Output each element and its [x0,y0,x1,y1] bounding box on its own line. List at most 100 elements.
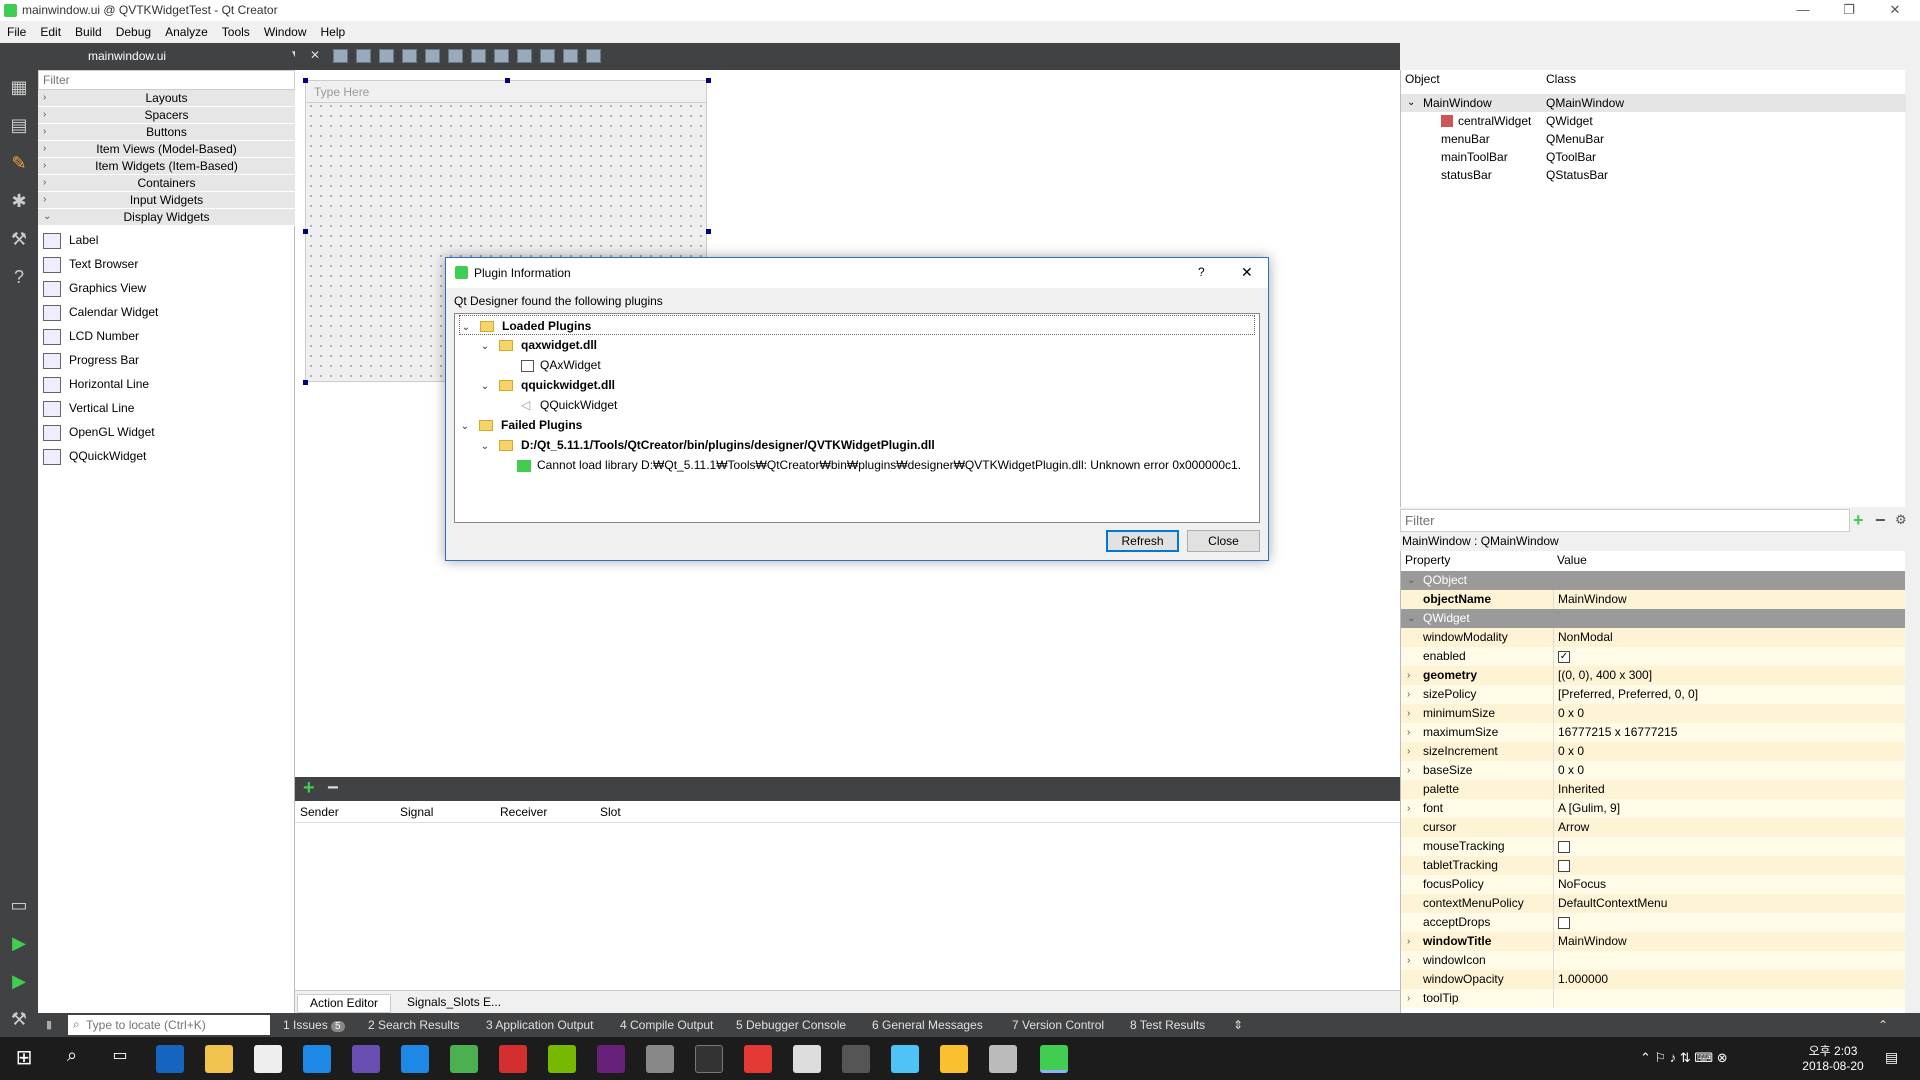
editor-file-selector[interactable]: mainwindow.ui ▼ [38,43,300,70]
category-item-views[interactable]: › Item Views (Model-Based) [38,141,295,158]
mail-icon[interactable] [254,1045,282,1073]
checkbox-checked[interactable]: ✓ [1558,650,1570,663]
edit-buddies-icon[interactable] [379,49,394,63]
col-class[interactable]: Class [1546,72,1576,86]
resize-handle[interactable] [505,78,510,83]
add-dynamic-property-icon[interactable]: + [1853,510,1864,531]
category-spacers[interactable]: › Spacers [38,107,295,124]
property-row[interactable]: windowOpacity 1.000000 [1401,970,1905,989]
property-row[interactable]: › minimumSize 0 x 0 [1401,704,1905,723]
menu-build[interactable]: Build [68,21,109,43]
build-icon[interactable]: ⚒ [7,1007,31,1031]
tree-row[interactable]: menuBar QMenuBar [1401,130,1906,148]
help-mode-icon[interactable]: ? [7,265,31,289]
category-buttons[interactable]: › Buttons [38,124,295,141]
app-icon[interactable] [989,1045,1017,1073]
resize-handle[interactable] [706,78,711,83]
chevron-right-icon[interactable]: › [1407,932,1410,951]
checkbox[interactable] [1558,916,1570,929]
property-row[interactable]: › sizeIncrement 0 x 0 [1401,742,1905,761]
pdf-icon[interactable] [744,1045,772,1073]
property-value[interactable]: [Preferred, Preferred, 0, 0] [1553,685,1903,704]
remove-connection-icon[interactable]: − [327,777,339,800]
edit-mode-icon[interactable]: ▤ [7,113,31,137]
tree-row[interactable]: ⌄ MainWindow QMainWindow [1401,94,1906,112]
edit-widgets-icon[interactable] [333,49,348,63]
checkbox[interactable] [1558,840,1570,853]
col-signal[interactable]: Signal [400,805,433,819]
property-value[interactable]: Inherited [1553,780,1903,799]
tab-search-results[interactable]: 2 Search Results [368,1018,459,1032]
configure-icon[interactable]: ⚙ [1895,512,1907,528]
property-value[interactable]: 16777215 x 16777215 [1553,723,1903,742]
property-value[interactable] [1553,913,1903,932]
property-row[interactable]: › windowTitle MainWindow [1401,932,1905,951]
store-icon[interactable] [156,1045,184,1073]
col-receiver[interactable]: Receiver [500,805,547,819]
notifications-icon[interactable]: ▤ [1885,1049,1898,1066]
maximize-pane-icon[interactable]: ⌃ [1878,1018,1888,1032]
property-value[interactable]: 0 x 0 [1553,761,1903,780]
app-icon[interactable] [646,1045,674,1073]
chevron-right-icon[interactable]: › [1407,723,1410,742]
remove-property-icon[interactable]: − [1875,510,1886,531]
menu-help[interactable]: Help [314,21,353,43]
chevron-right-icon[interactable]: › [1407,704,1410,723]
tab-compile-output[interactable]: 4 Compile Output [620,1018,713,1032]
widget-lcd-number[interactable]: LCD Number [43,325,139,347]
close-window-button[interactable]: ✕ [1872,0,1918,21]
property-row[interactable]: objectName MainWindow [1401,590,1905,609]
app-icon[interactable] [793,1045,821,1073]
layout-horizontal-icon[interactable] [425,49,440,63]
resize-handle[interactable] [303,380,308,385]
layout-splitter-h-icon[interactable] [471,49,486,63]
chevron-right-icon[interactable]: › [1407,666,1410,685]
property-value[interactable] [1553,989,1903,1008]
terminal-icon[interactable] [695,1045,723,1073]
property-value[interactable]: [(0, 0), 400 x 300] [1553,666,1903,685]
property-row[interactable]: › windowIcon [1401,951,1905,970]
tree-row[interactable]: centralWidget QWidget [1401,112,1906,130]
tree-node-loaded-plugins[interactable]: ⌄ Loaded Plugins [459,315,1255,335]
chevron-right-icon[interactable]: › [1407,685,1410,704]
start-icon[interactable]: ⊞ [10,1045,38,1073]
category-containers[interactable]: › Containers [38,175,295,192]
menu-debug[interactable]: Debug [109,21,158,43]
chrome-icon[interactable] [450,1045,478,1073]
widget-qquickwidget[interactable]: QQuickWidget [43,445,146,467]
property-row[interactable]: › baseSize 0 x 0 [1401,761,1905,780]
task-view-icon[interactable]: ▭ [106,1045,134,1073]
menu-window[interactable]: Window [257,21,314,43]
tree-node-qquickwidget-dll[interactable]: ⌄ qquickwidget.dll [479,375,615,395]
property-row[interactable]: enabled ✓ [1401,647,1905,666]
property-value[interactable]: ✓ [1553,647,1903,666]
col-slot[interactable]: Slot [600,805,621,819]
layout-vertical-icon[interactable] [448,49,463,63]
debug-mode-icon[interactable]: ✱ [7,189,31,213]
property-value[interactable]: DefaultContextMenu [1553,894,1903,913]
resize-handle[interactable] [303,229,308,234]
property-value[interactable] [1553,837,1903,856]
locator-input[interactable] [68,1015,270,1035]
col-sender[interactable]: Sender [300,805,339,819]
signal-slot-list[interactable] [295,823,1400,990]
category-item-widgets[interactable]: › Item Widgets (Item-Based) [38,158,295,175]
tab-debugger-console[interactable]: 5 Debugger Console [736,1018,846,1032]
ie-icon[interactable] [401,1045,429,1073]
property-row[interactable]: › maximumSize 16777215 x 16777215 [1401,723,1905,742]
clock-date[interactable]: 2018-08-20 [1793,1059,1873,1073]
widget-label[interactable]: Label [43,229,98,251]
app-icon[interactable] [352,1045,380,1073]
minimize-button[interactable]: — [1780,0,1826,21]
category-layouts[interactable]: › Layouts [38,90,295,107]
checkbox[interactable] [1558,859,1570,872]
tab-test-results[interactable]: 8 Test Results [1130,1018,1205,1032]
break-layout-icon[interactable] [563,49,578,63]
property-row[interactable]: tabletTracking [1401,856,1905,875]
property-value[interactable] [1553,856,1903,875]
tray-icons[interactable]: ⌃ ⚐ ♪ ⇅ ⌨ ⊗ [1640,1050,1728,1066]
tree-node-failed-plugins[interactable]: ⌄ Failed Plugins [459,415,583,435]
category-input-widgets[interactable]: › Input Widgets [38,192,295,209]
tree-node-failed-path[interactable]: ⌄ D:/Qt_5.11.1/Tools/QtCreator/bin/plugin… [479,435,935,455]
tree-node-qaxwidget[interactable]: QAxWidget [521,355,601,375]
